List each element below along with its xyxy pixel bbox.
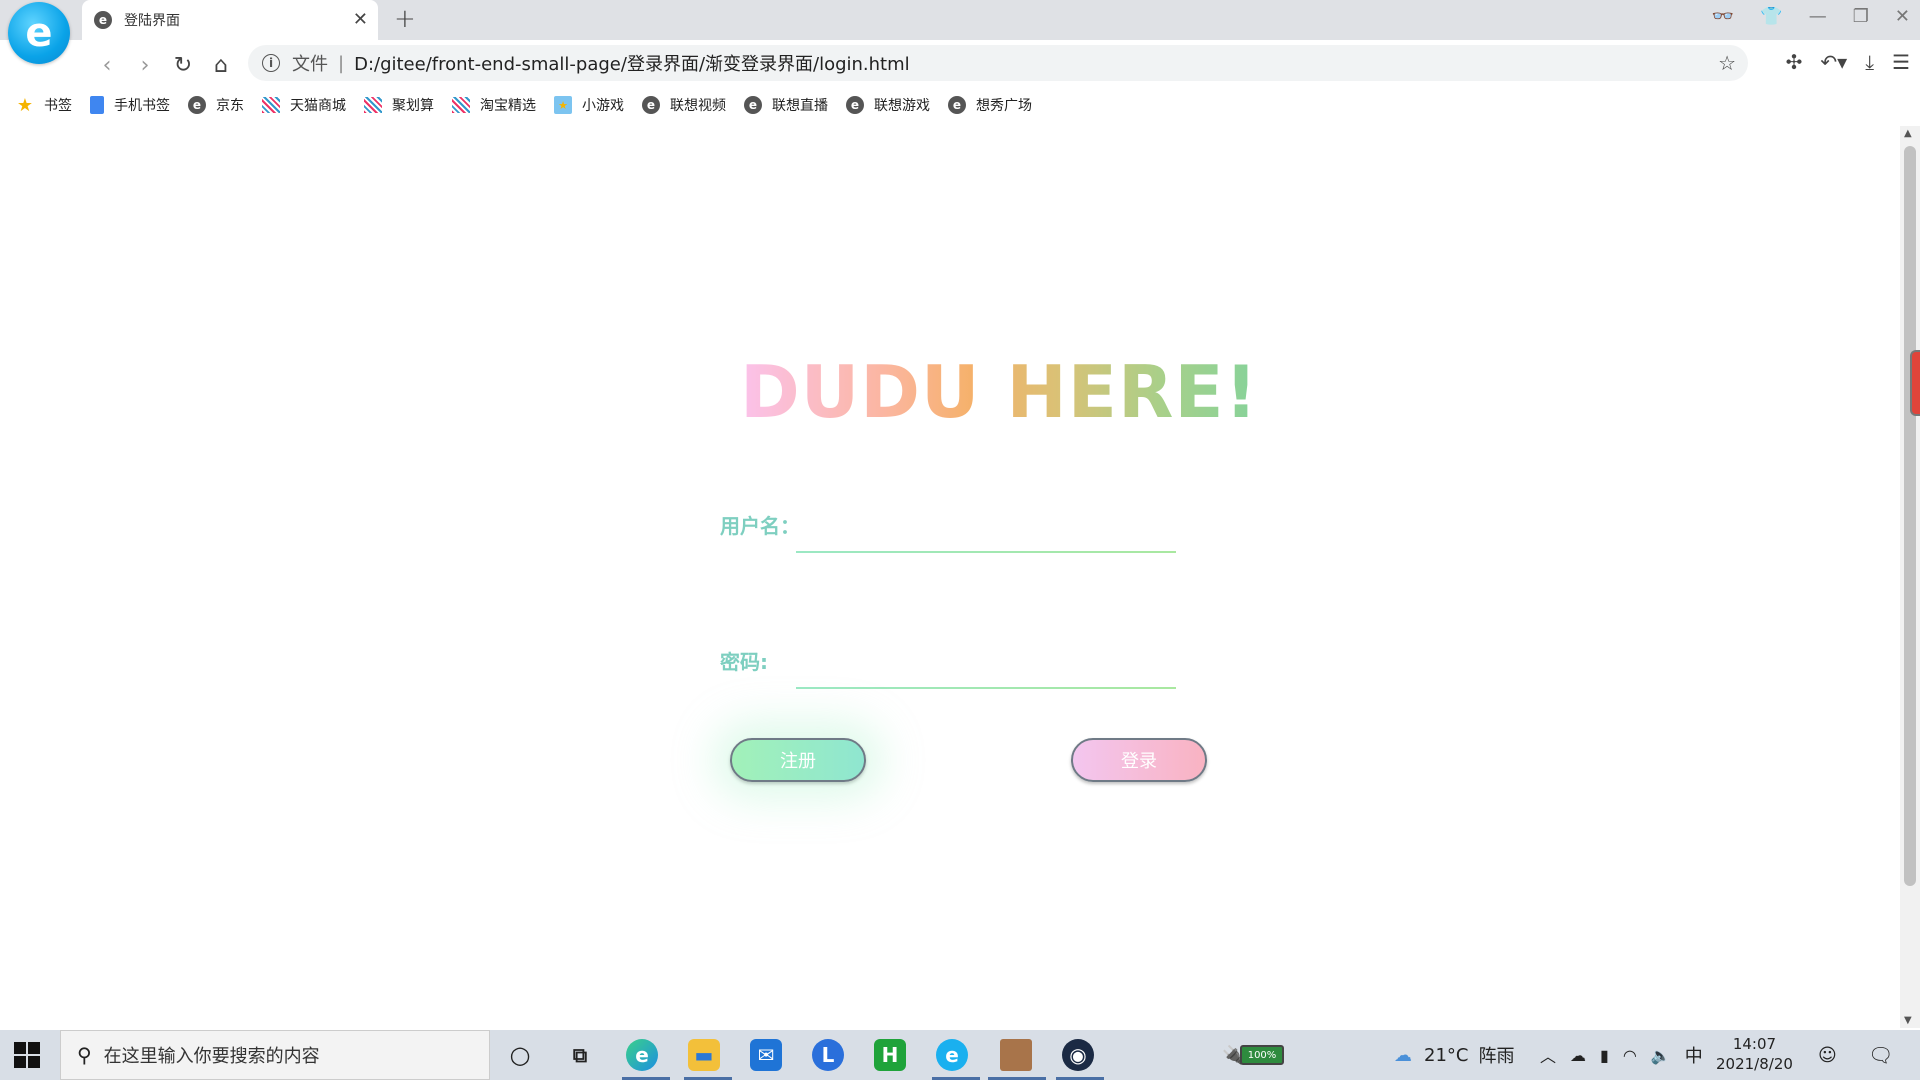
emoji-icon[interactable]: ☺ [1818, 1030, 1837, 1080]
taskbar-search[interactable]: ⚲ 在这里输入你要搜索的内容 [60, 1030, 490, 1080]
bookmark-item[interactable]: ★ 书签 [16, 94, 72, 116]
address-scheme: 文件 [292, 54, 328, 75]
new-tab-button[interactable]: + [394, 4, 416, 34]
vertical-scrollbar[interactable]: ▲ ▼ [1900, 126, 1920, 1028]
address-url[interactable]: D:/gitee/front-end-small-page/登录界面/渐变登录界… [354, 50, 910, 76]
weather-widget[interactable]: ☁ 21°C 阵雨 [1394, 1030, 1514, 1080]
tab-title: 登陆界面 [124, 13, 180, 29]
photo-app-icon[interactable] [1000, 1039, 1032, 1071]
browser-logo[interactable]: e [8, 2, 70, 64]
bookmark-item[interactable]: 天猫商城 [262, 95, 346, 115]
clock-date: 2021/8/20 [1716, 1055, 1793, 1073]
bookmark-item[interactable]: e 想秀广场 [948, 95, 1032, 115]
mail-icon[interactable]: ✉ [750, 1039, 782, 1071]
edge-icon[interactable]: e [626, 1039, 658, 1071]
download-icon[interactable]: ⤓ [1865, 50, 1874, 74]
page-title: DUDU HERE! [740, 350, 1259, 434]
hbuilder-icon[interactable]: H [874, 1039, 906, 1071]
weather-temp: 21°C [1424, 1044, 1469, 1066]
star-icon: ★ [16, 94, 34, 116]
bookmark-item[interactable]: 淘宝精选 [452, 95, 536, 115]
privacy-icon[interactable]: 👓 [1712, 6, 1734, 27]
e-icon: e [744, 96, 762, 114]
bookmark-item[interactable]: 手机书签 [90, 95, 170, 115]
search-placeholder: 在这里输入你要搜索的内容 [103, 1046, 320, 1067]
window-controls: 👓 👕 — ❐ ✕ [1712, 6, 1910, 27]
weather-text: 阵雨 [1478, 1046, 1515, 1067]
taskbar: ⚲ 在这里输入你要搜索的内容 ○ ⧉ e ▬ ✉ L H e ◉ 🔌 100% … [0, 1030, 1920, 1080]
grid-icon [364, 97, 382, 113]
phone-icon [90, 96, 104, 114]
minimize-button[interactable]: — [1809, 6, 1827, 27]
file-explorer-icon[interactable]: ▬ [688, 1039, 720, 1071]
clock-time: 14:07 [1732, 1035, 1777, 1053]
password-underline [796, 687, 1176, 689]
home-button[interactable]: ⌂ [206, 50, 236, 80]
bookmarks-bar: ★ 书签 手机书签 e 京东 天猫商城 聚划算 淘宝精选 ★ 小游戏 e 联想视频 e联… [0, 88, 1920, 122]
battery-indicator[interactable]: 100% [1240, 1045, 1284, 1065]
forward-button[interactable]: › [130, 50, 160, 80]
tab-favicon-icon: e [94, 11, 112, 29]
bookmark-item[interactable]: e 联想直播 [744, 95, 828, 115]
info-icon[interactable]: i [262, 54, 280, 72]
cloud-icon[interactable]: ☁ [1570, 1046, 1586, 1065]
grid-icon [452, 97, 470, 113]
shirt-icon[interactable]: 👕 [1760, 6, 1782, 27]
page-viewport [0, 122, 1900, 1030]
weather-icon: ☁ [1394, 1044, 1412, 1066]
game-icon: ★ [554, 96, 572, 114]
wifi-icon[interactable]: ◠ [1623, 1046, 1637, 1065]
scroll-thumb[interactable] [1904, 146, 1916, 886]
bookmark-item[interactable]: 聚划算 [364, 95, 434, 115]
login-button[interactable]: 登录 [1071, 738, 1207, 782]
chevron-up-icon[interactable]: ︿ [1540, 1043, 1556, 1067]
bookmark-star-icon[interactable]: ☆ [1718, 51, 1736, 75]
close-tab-icon[interactable]: ✕ [353, 9, 368, 30]
extensions-icon[interactable]: ✣ [1786, 50, 1803, 74]
bookmark-item[interactable]: e 京东 [188, 95, 244, 115]
windows-start-button[interactable] [14, 1042, 40, 1068]
lenovo-app-icon[interactable]: L [812, 1039, 844, 1071]
address-separator: | [338, 52, 345, 74]
username-input[interactable] [796, 508, 1176, 548]
navigation-bar: ‹ › ↻ ⌂ i 文件 | D:/gitee/front-end-small-… [0, 40, 1920, 88]
notification-icon[interactable]: 🗨 [1868, 1030, 1893, 1080]
clock[interactable]: 14:07 2021/8/20 [1716, 1034, 1793, 1074]
restore-button[interactable]: ❐ [1853, 6, 1869, 27]
search-icon: ⚲ [77, 1043, 92, 1067]
browser-taskbar-icon[interactable]: e [936, 1039, 968, 1071]
grid-icon [262, 97, 280, 113]
scroll-up-icon[interactable]: ▲ [1904, 128, 1912, 139]
ime-indicator[interactable]: 中 [1685, 1042, 1703, 1068]
close-window-button[interactable]: ✕ [1895, 6, 1910, 27]
back-button[interactable]: ‹ [92, 50, 122, 80]
side-panel-handle[interactable] [1910, 350, 1920, 416]
menu-icon[interactable]: ☰ [1892, 50, 1910, 74]
reload-button[interactable]: ↻ [168, 50, 198, 80]
steam-icon[interactable]: ◉ [1062, 1039, 1094, 1071]
password-label: 密码: [720, 650, 768, 674]
username-underline [796, 551, 1176, 553]
tab-strip: e 登陆界面 ✕ + 👓 👕 — ❐ ✕ [0, 0, 1920, 40]
toolbar-right: ✣ ↶▾ ⤓ ☰ [1786, 50, 1910, 74]
undo-icon[interactable]: ↶▾ [1820, 50, 1847, 74]
password-input[interactable] [796, 644, 1176, 684]
bookmark-item[interactable]: ★ 小游戏 [554, 95, 624, 115]
address-bar[interactable]: i 文件 | D:/gitee/front-end-small-page/登录界… [248, 45, 1748, 81]
tab-login[interactable]: e 登陆界面 ✕ [82, 0, 378, 40]
system-tray: ︿ ☁ ▮ ◠ 🔈 中 [1540, 1030, 1703, 1080]
register-button[interactable]: 注册 [730, 738, 866, 782]
e-icon: e [948, 96, 966, 114]
battery-icon[interactable]: ▮ [1600, 1046, 1609, 1065]
cortana-icon[interactable]: ○ [504, 1039, 536, 1071]
scroll-down-icon[interactable]: ▼ [1904, 1015, 1912, 1026]
e-icon: e [642, 96, 660, 114]
username-label: 用户名： [720, 514, 800, 538]
task-view-icon[interactable]: ⧉ [564, 1039, 596, 1071]
e-icon: e [188, 96, 206, 114]
bookmark-item[interactable]: e 联想视频 [642, 95, 726, 115]
e-icon: e [846, 96, 864, 114]
volume-icon[interactable]: 🔈 [1651, 1046, 1671, 1065]
bookmark-item[interactable]: e 联想游戏 [846, 95, 930, 115]
